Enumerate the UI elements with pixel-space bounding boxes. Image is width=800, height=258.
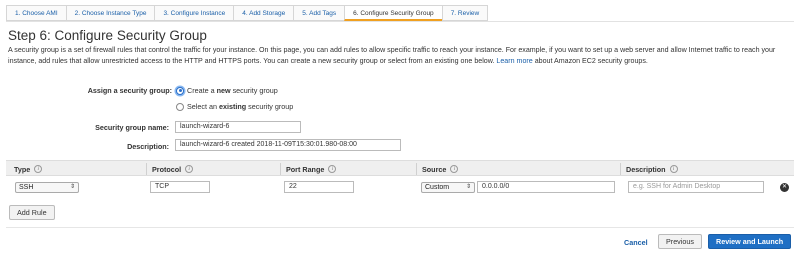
th-divider	[280, 163, 281, 175]
tabs-divider	[6, 21, 794, 22]
intro-text: A security group is a set of firewall ru…	[8, 45, 794, 66]
th-divider	[620, 163, 621, 175]
footer-divider	[6, 227, 794, 228]
add-rule-button[interactable]: Add Rule	[9, 205, 55, 220]
th-port-range-label: Port Range	[286, 164, 325, 174]
assign-label: Assign a security group:	[87, 86, 172, 95]
radio-create-bold: new	[216, 86, 231, 95]
radio-create-new[interactable]: Create a new security group	[176, 86, 278, 95]
remove-rule-icon[interactable]: ✕	[780, 183, 789, 192]
source-cidr-input[interactable]: 0.0.0.0/0	[477, 181, 615, 193]
radio-create-new-button[interactable]	[176, 86, 184, 95]
tab-add-storage[interactable]: 4. Add Storage	[233, 5, 294, 21]
protocol-field: TCP	[150, 181, 210, 193]
radio-select-post: security group	[248, 102, 294, 111]
radio-select-existing-button[interactable]	[176, 102, 184, 111]
th-source-label: Source	[422, 164, 447, 174]
source-select-value: Custom	[425, 184, 450, 191]
group-name-label: Security group name:	[95, 123, 169, 132]
review-and-launch-button[interactable]: Review and Launch	[708, 234, 792, 249]
port-range-field: 22	[284, 181, 354, 193]
th-description-label: Description	[626, 164, 666, 174]
radio-select-bold: existing	[218, 102, 247, 111]
page-title: Step 6: Configure Security Group	[8, 28, 207, 43]
description-info-icon[interactable]: i	[669, 165, 678, 173]
source-select[interactable]: Custom ⇕	[421, 182, 475, 193]
th-port-range: Port Range i	[286, 161, 337, 177]
source-info-icon[interactable]: i	[450, 165, 459, 173]
description-label: Description:	[127, 142, 169, 151]
learn-more-link[interactable]: Learn more	[496, 57, 532, 65]
intro-tail: about Amazon EC2 security groups.	[534, 56, 648, 65]
intro-body: A security group is a set of firewall ru…	[8, 46, 776, 65]
protocol-info-icon[interactable]: i	[185, 165, 194, 173]
th-protocol: Protocol i	[152, 161, 194, 177]
radio-select-existing[interactable]: Select an existing security group	[176, 102, 293, 111]
th-divider	[416, 163, 417, 175]
wizard-tabs: 1. Choose AMI 2. Choose Instance Type 3.…	[6, 5, 489, 21]
radio-select-pre: Select an	[187, 102, 217, 111]
tab-choose-ami[interactable]: 1. Choose AMI	[6, 5, 66, 21]
tab-choose-instance-type[interactable]: 2. Choose Instance Type	[65, 5, 155, 21]
radio-create-post: security group	[232, 86, 278, 95]
group-name-input[interactable]: launch-wizard-6	[175, 121, 301, 133]
tab-add-tags[interactable]: 5. Add Tags	[293, 5, 345, 21]
select-arrows-icon: ⇕	[69, 184, 75, 190]
th-description: Description i	[626, 161, 678, 177]
description-input[interactable]: launch-wizard-6 created 2018-11-09T15:30…	[175, 139, 401, 151]
tab-configure-security-group[interactable]: 6. Configure Security Group	[344, 5, 442, 21]
tab-configure-instance[interactable]: 3. Configure Instance	[154, 5, 234, 21]
th-divider	[146, 163, 147, 175]
select-arrows-icon: ⇕	[465, 184, 471, 190]
th-type: Type i	[14, 161, 43, 177]
previous-button[interactable]: Previous	[658, 234, 702, 249]
cancel-link[interactable]: Cancel	[624, 238, 648, 247]
tab-review[interactable]: 7. Review	[441, 5, 489, 21]
radio-create-pre: Create a	[187, 86, 215, 95]
th-type-label: Type	[14, 164, 31, 174]
type-info-icon[interactable]: i	[34, 165, 43, 173]
th-protocol-label: Protocol	[152, 164, 182, 174]
th-source: Source i	[422, 161, 459, 177]
type-select-value: SSH	[19, 184, 34, 191]
rule-description-input[interactable]: e.g. SSH for Admin Desktop	[628, 181, 764, 193]
rules-table-header: Type i Protocol i Port Range i Source i Desc…	[6, 160, 794, 176]
type-select[interactable]: SSH ⇕	[15, 182, 79, 193]
port-range-info-icon[interactable]: i	[328, 165, 337, 173]
